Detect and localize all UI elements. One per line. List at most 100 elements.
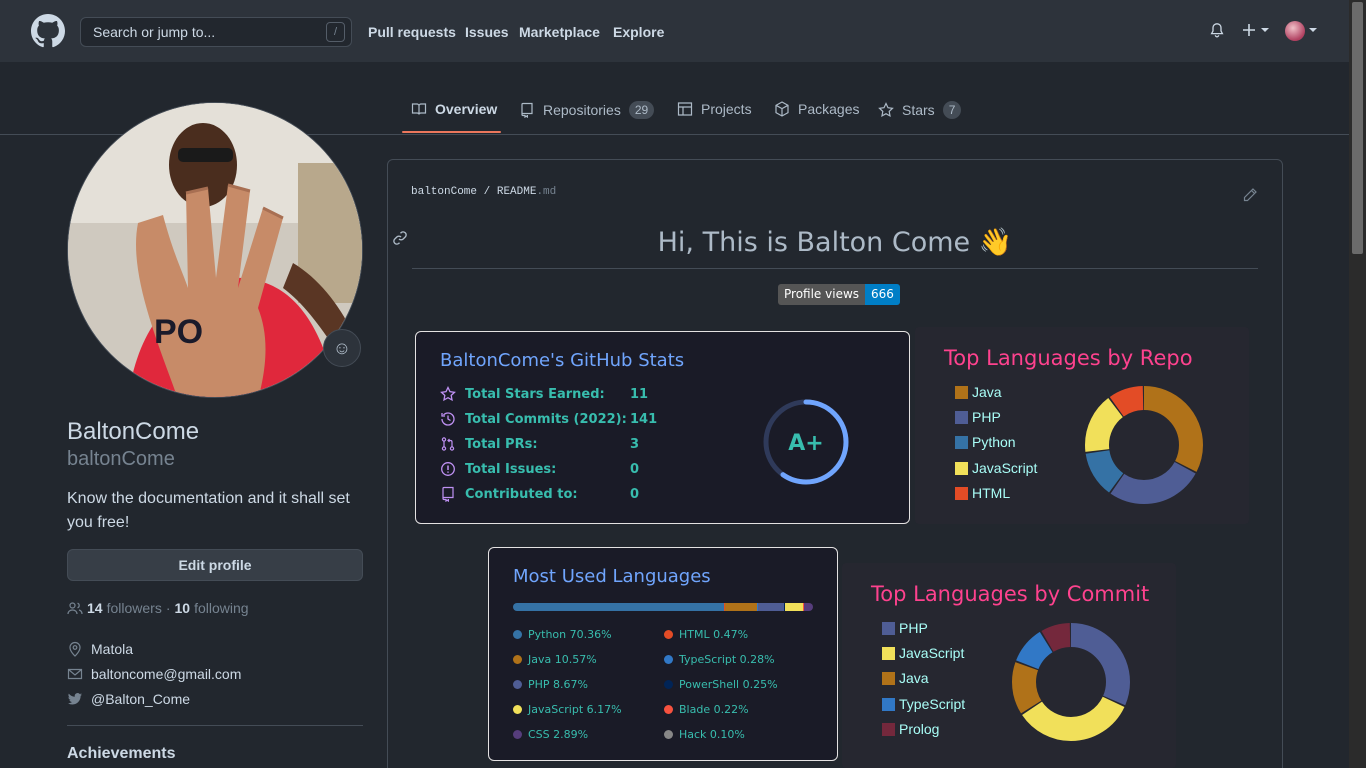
stars-count-badge: 7: [942, 101, 962, 119]
language-item: JavaScript 6.17%: [513, 703, 622, 716]
legend-label: Java: [972, 384, 1002, 400]
language-dot: [664, 655, 673, 664]
scrollbar-thumb[interactable]: [1352, 2, 1363, 254]
nav-issues[interactable]: Issues: [465, 24, 509, 40]
profile-bio: Know the documentation and it shall set …: [67, 490, 350, 531]
tab-repositories[interactable]: Repositories 29: [519, 101, 655, 119]
stat-row-contributed: Contributed to: 0: [440, 486, 639, 502]
stat-label: Total Commits (2022):: [465, 411, 627, 427]
legend-item: Python: [955, 434, 1016, 450]
tab-label: Repositories: [543, 102, 621, 118]
language-item: Java 10.57%: [513, 653, 597, 666]
edit-profile-button[interactable]: Edit profile: [67, 549, 363, 581]
grade-ring: A+: [763, 399, 849, 485]
language-label: Java 10.57%: [528, 653, 597, 666]
legend-label: Prolog: [899, 721, 940, 737]
anchor-link-icon[interactable]: [392, 230, 408, 246]
tab-packages[interactable]: Packages: [774, 101, 859, 117]
sidebar-divider: [67, 725, 363, 726]
legend-item: TypeScript: [882, 696, 965, 712]
set-status-smiley-icon[interactable]: ☺: [323, 329, 361, 367]
language-label: CSS 2.89%: [528, 728, 589, 741]
language-label: Python 70.36%: [528, 628, 612, 641]
language-label: PowerShell 0.25%: [679, 678, 778, 691]
user-avatar-menu[interactable]: [1285, 21, 1305, 41]
language-label: Blade 0.22%: [679, 703, 749, 716]
language-item: Blade 0.22%: [664, 703, 749, 716]
language-item: PowerShell 0.25%: [664, 678, 778, 691]
stat-row-stars: Total Stars Earned: 11: [440, 386, 648, 402]
achievements-heading[interactable]: Achievements: [67, 745, 176, 763]
pull-request-icon: [441, 437, 455, 451]
location-pin-icon: [69, 641, 81, 657]
profile-photo: PO: [68, 103, 362, 397]
table-icon: [677, 102, 693, 116]
stat-value: 3: [630, 436, 640, 452]
following-label[interactable]: following: [194, 600, 248, 616]
readme-owner-link[interactable]: baltonCome: [411, 186, 477, 198]
plus-icon[interactable]: [1241, 22, 1257, 38]
email-link[interactable]: baltoncome@gmail.com: [91, 666, 241, 682]
tab-label: Stars: [902, 102, 935, 118]
language-dot: [513, 705, 522, 714]
tab-projects[interactable]: Projects: [677, 101, 752, 117]
language-label: HTML 0.47%: [679, 628, 749, 641]
legend-label: JavaScript: [899, 645, 965, 661]
legend-swatch: [955, 410, 968, 424]
legend-item: Prolog: [882, 721, 939, 737]
legend-swatch: [955, 435, 968, 449]
github-stats-card: BaltonCome's GitHub Stats Total Stars Ea…: [415, 331, 910, 524]
stat-label: Total Issues:: [465, 461, 557, 477]
legend-swatch: [882, 722, 895, 736]
language-item: Python 70.36%: [513, 628, 612, 641]
most-used-languages-card: Most Used Languages Python 70.36% HTML 0.…: [488, 547, 838, 761]
legend-swatch: [955, 385, 968, 399]
nav-marketplace[interactable]: Marketplace: [519, 24, 600, 40]
top-header: Search or jump to... / Pull requests Iss…: [0, 0, 1349, 62]
legend-item: JavaScript: [882, 645, 964, 661]
following-count[interactable]: 10: [175, 600, 191, 616]
star-icon: [440, 386, 456, 402]
nav-explore[interactable]: Explore: [613, 24, 664, 40]
tab-stars[interactable]: Stars 7: [878, 101, 962, 119]
language-dot: [664, 730, 673, 739]
tab-label: Packages: [798, 101, 860, 117]
github-logo-icon[interactable]: [31, 14, 65, 48]
stat-row-commits: Total Commits (2022): 141: [440, 411, 657, 427]
location-item: Matola: [67, 641, 133, 657]
bell-icon[interactable]: [1209, 22, 1225, 38]
language-label: TypeScript 0.28%: [679, 653, 775, 666]
commit-donut-chart: [1012, 623, 1130, 741]
avatar-caret-icon[interactable]: [1309, 28, 1317, 32]
twitter-link[interactable]: @Balton_Come: [91, 691, 190, 707]
legend-label: Java: [899, 670, 929, 686]
repo-count-badge: 29: [628, 101, 655, 119]
followers-count[interactable]: 14: [87, 600, 103, 616]
plus-caret-icon[interactable]: [1261, 28, 1269, 32]
location-text: Matola: [91, 641, 134, 657]
nav-pull-requests[interactable]: Pull requests: [368, 24, 456, 40]
profile-avatar[interactable]: PO: [67, 102, 363, 398]
tab-overview[interactable]: Overview: [411, 101, 497, 117]
repo-donut-chart: [1085, 386, 1203, 504]
pencil-icon[interactable]: [1242, 187, 1258, 203]
issue-icon: [441, 462, 455, 476]
bar-segment: [513, 603, 725, 611]
email-item: baltoncome@gmail.com: [67, 666, 241, 682]
legend-swatch: [882, 646, 895, 660]
active-tab-indicator: [402, 131, 501, 133]
package-icon: [775, 101, 789, 117]
language-label: PHP 8.67%: [528, 678, 588, 691]
history-icon: [441, 412, 455, 426]
tab-label: Projects: [701, 101, 752, 117]
people-icon: [67, 602, 83, 615]
top-repo-title: Top Languages by Repo: [944, 346, 1193, 370]
path-separator: /: [483, 186, 491, 198]
search-shortcut-key: /: [326, 22, 345, 42]
search-input[interactable]: Search or jump to... /: [80, 17, 352, 47]
bar-segment: [758, 603, 785, 611]
bar-segment: [803, 603, 813, 611]
stat-value: 0: [630, 461, 640, 477]
followers-label[interactable]: followers: [107, 600, 162, 616]
readme-file[interactable]: README: [497, 186, 537, 198]
